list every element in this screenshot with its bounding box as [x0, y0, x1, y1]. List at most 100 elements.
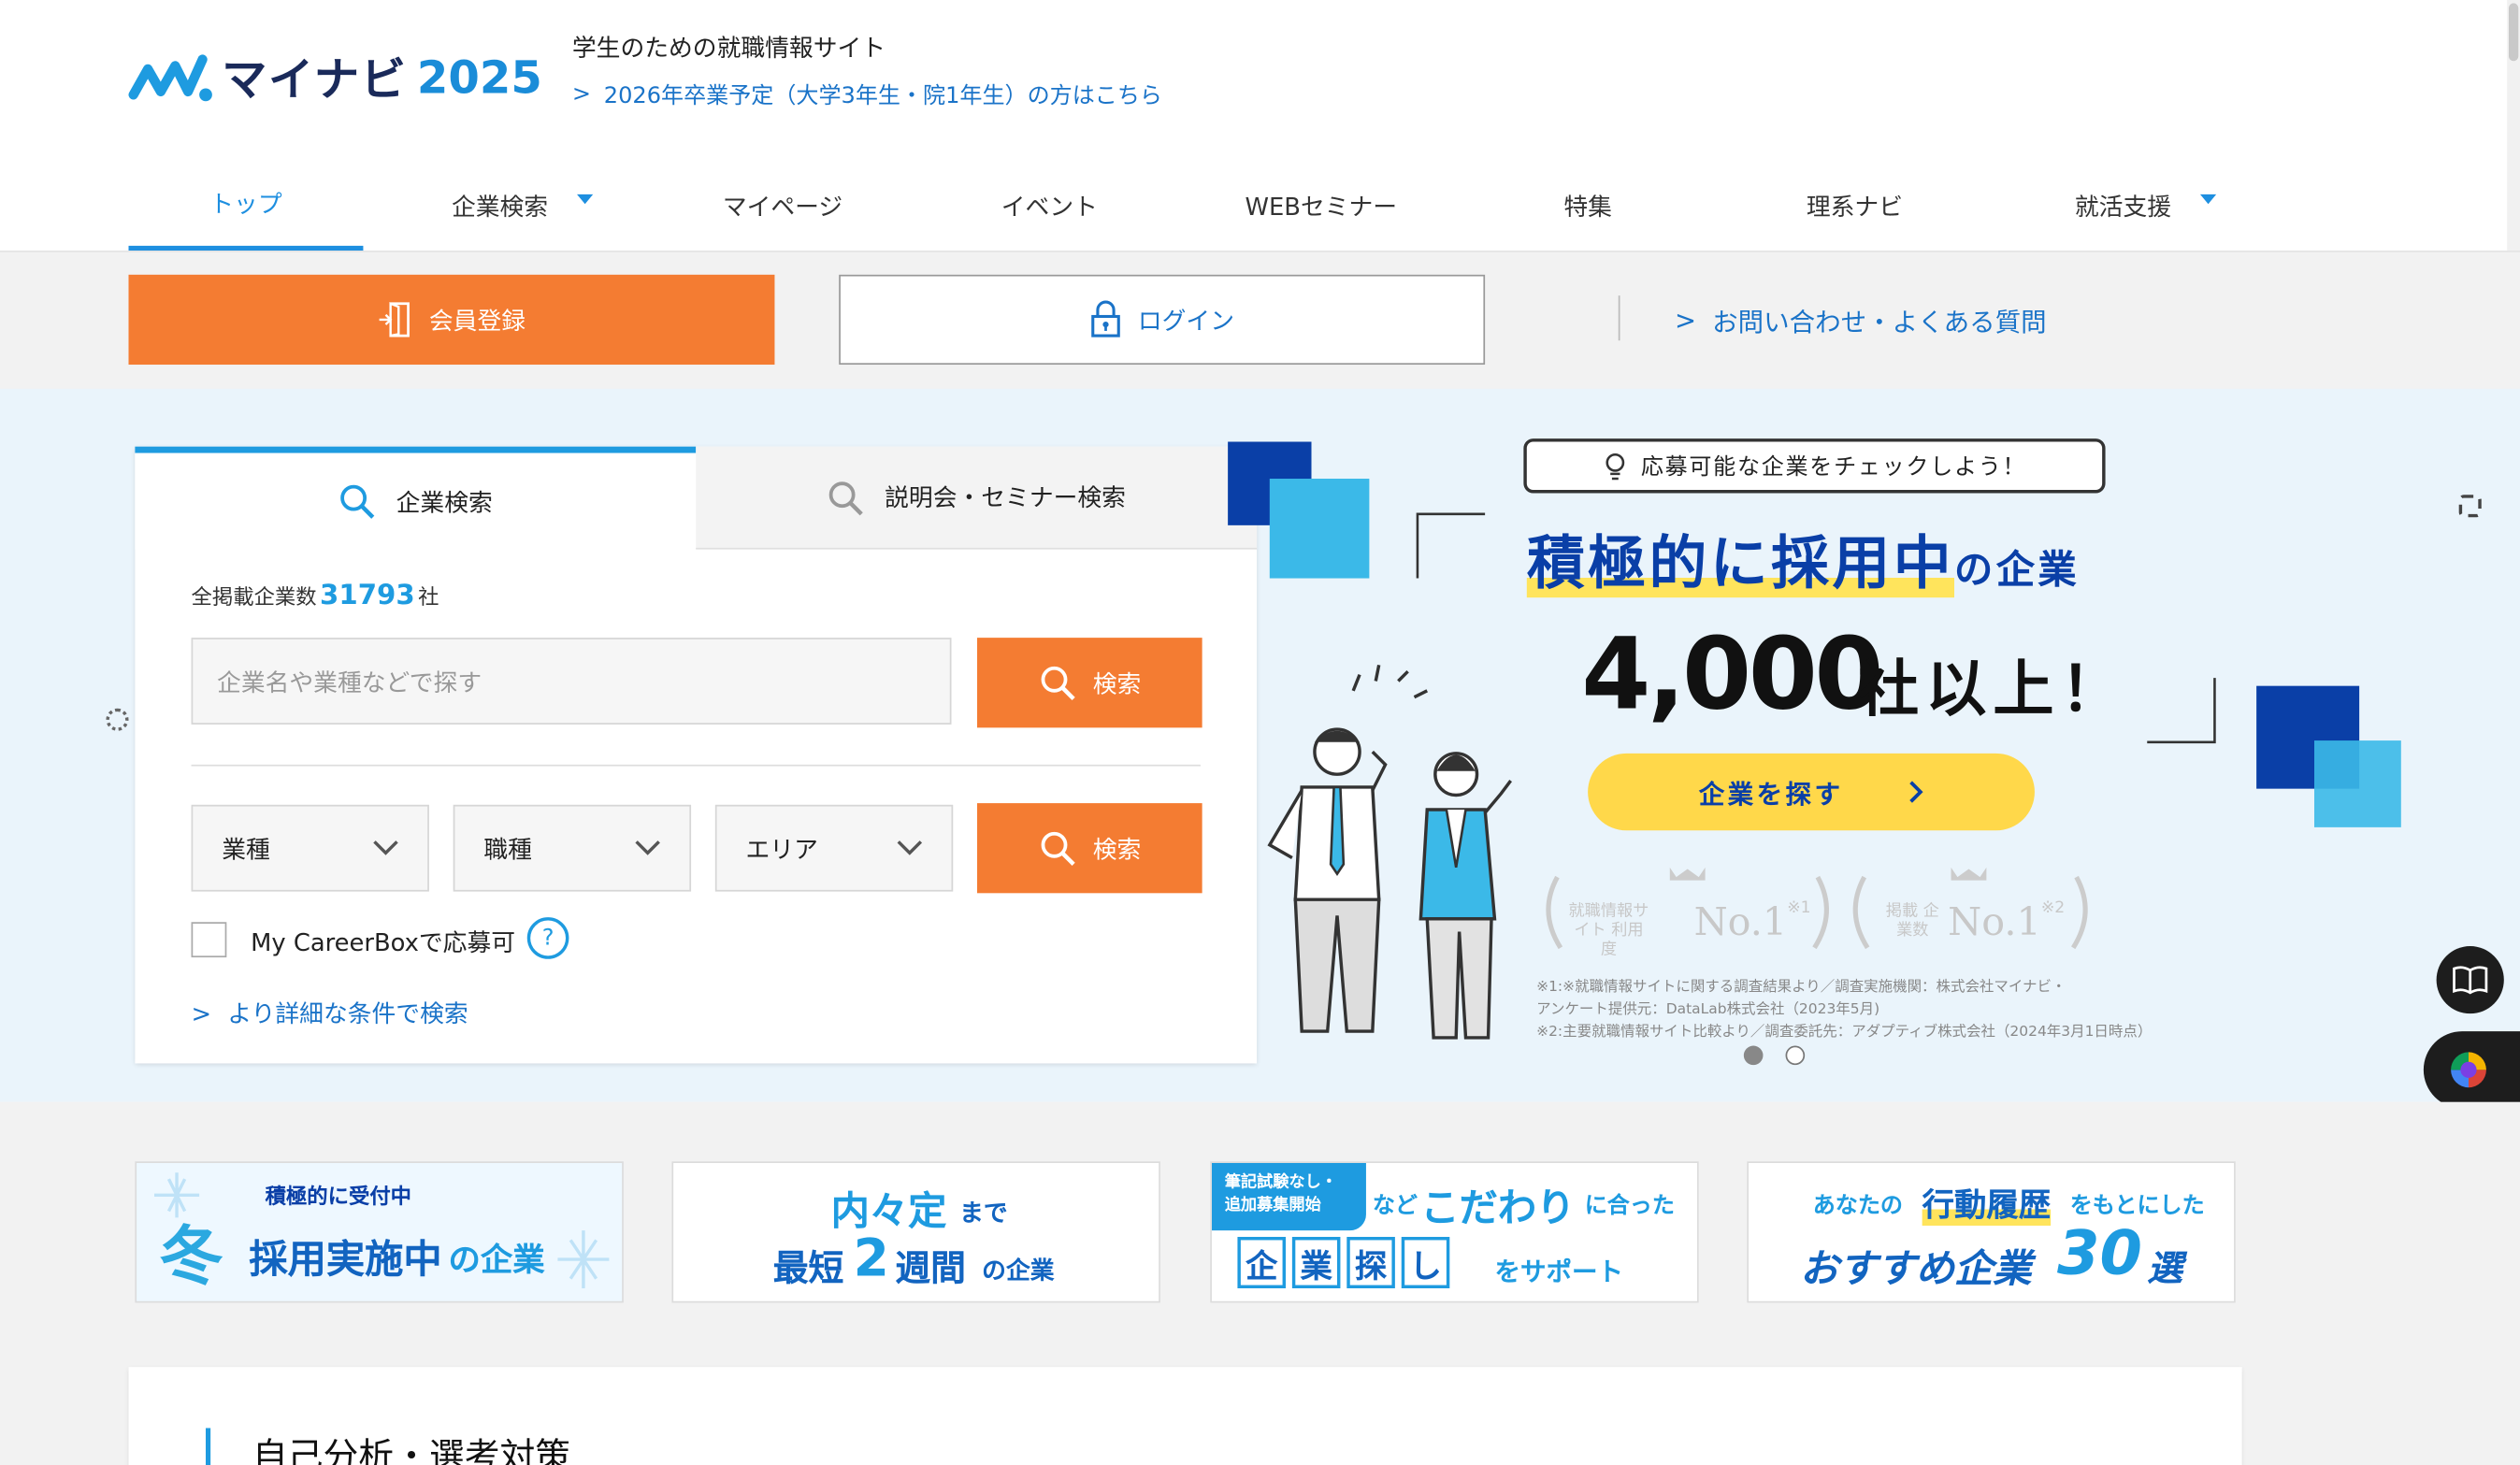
divider — [1618, 295, 1620, 341]
card3-badge-line2: 追加募集開始 — [1224, 1197, 1321, 1214]
nav-web-seminar-label: WEBセミナー — [1245, 192, 1398, 222]
card4-c: をもとにした — [2069, 1193, 2205, 1220]
nav-web-seminar[interactable]: WEBセミナー — [1209, 161, 1434, 251]
help-icon[interactable]: ? — [526, 917, 569, 959]
help-link[interactable]: > お問い合わせ・よくある質問 — [1675, 300, 2047, 338]
footnote-1b: アンケート提供元：DataLab株式会社（2023年5月) — [1536, 1002, 1880, 1019]
register-button[interactable]: 会員登録 — [128, 274, 775, 366]
book-icon — [2453, 966, 2488, 995]
count-value: 31793 — [320, 580, 415, 612]
carousel-prev-icon[interactable] — [106, 708, 129, 731]
mynavi-logo-icon — [128, 54, 212, 102]
next-year-link[interactable]: > 2026年卒業予定（大学3年生・院1年生）の方はこちら — [572, 79, 1162, 110]
nav-feature[interactable]: 特集 — [1478, 161, 1697, 251]
card1-rest: 採用実施中 — [249, 1237, 442, 1283]
tab-company-search[interactable]: 企業検索 — [135, 446, 697, 550]
card3-e: をサポート — [1494, 1256, 1623, 1287]
expand-icon[interactable] — [2458, 495, 2482, 518]
nav-support[interactable]: 就活支援 — [2025, 161, 2267, 251]
nav-rikei-label: 理系ナビ — [1806, 192, 1903, 222]
area-select[interactable]: エリア — [714, 804, 954, 892]
carousel-dot-1[interactable] — [1743, 1045, 1764, 1066]
nav-rikei[interactable]: 理系ナビ — [1746, 161, 1965, 251]
chevron-right-icon: > — [571, 81, 592, 108]
card3-box-1: 企 — [1237, 1237, 1286, 1288]
carousel-dot-2[interactable] — [1785, 1045, 1806, 1066]
award1-rank: No.1 — [1693, 899, 1788, 945]
count-label: 全掲載企業数 — [191, 586, 317, 610]
card2-f: の企業 — [982, 1256, 1055, 1285]
chevron-down-icon — [635, 840, 660, 855]
careerbox-checkbox[interactable] — [191, 922, 227, 958]
detail-search-link[interactable]: > より詳細な条件で検索 — [192, 996, 468, 1029]
door-enter-icon — [379, 301, 410, 338]
chevron-right-icon — [1909, 781, 1923, 803]
tab-seminar-search-label: 説明会・セミナー検索 — [885, 483, 1126, 513]
chevron-right-icon: > — [191, 998, 212, 1027]
site-logo[interactable]: マイナビ 2025 — [128, 45, 542, 109]
count-unit: 社 — [418, 586, 439, 610]
industry-select-label: 業種 — [222, 834, 270, 864]
keyword-input[interactable]: 企業名や業種などで探す — [191, 638, 952, 725]
global-nav: トップ 企業検索 マイページ イベント WEBセミナー 特集 理系ナビ 就活支援 — [128, 161, 2379, 251]
condition-search-button[interactable]: 検索 — [977, 803, 1202, 894]
card2-b: まで — [959, 1198, 1008, 1228]
card2-d: 2 — [853, 1227, 889, 1288]
feature-banner-recommend[interactable]: あなたの 行動履歴 をもとにした おすすめ企業 30 選 — [1747, 1161, 2236, 1303]
card4-e: 30 — [2057, 1217, 2142, 1288]
careerbox-label: My CareerBoxで応募可 — [251, 928, 516, 958]
card2-c: 最短 — [772, 1249, 844, 1290]
feature-banner-fast-offer[interactable]: 内々定 まで 最短 2 週間 の企業 — [671, 1161, 1160, 1303]
lightbulb-icon — [1606, 452, 1625, 481]
card1-main: 冬 — [159, 1220, 223, 1295]
card3-c: に合った — [1584, 1193, 1675, 1220]
tab-seminar-search[interactable]: 説明会・セミナー検索 — [696, 446, 1258, 550]
award1-label: 就職情報サイト 利用度 — [1568, 902, 1649, 959]
company-count: 全掲載企業数 31793 社 — [192, 580, 439, 611]
section-title: 自己分析・選考対策 — [206, 1428, 570, 1465]
feature-banner-search-support[interactable]: 筆記試験なし・ 追加募集開始 など こだわり に合った 企 業 探 し をサポー… — [1210, 1161, 1699, 1303]
award2-rank: No.1 — [1948, 899, 2041, 945]
card4-a: あなたの — [1812, 1193, 1903, 1220]
color-wheel-icon — [2451, 1052, 2486, 1088]
card2-e: 週間 — [895, 1249, 966, 1290]
find-company-button[interactable]: 企業を探す — [1588, 753, 2035, 831]
reader-button[interactable] — [2436, 946, 2504, 1014]
business-people-illustration — [1267, 664, 1512, 1040]
feature-banner-winter[interactable]: 積極的に受付中 冬 採用実施中 の企業 — [135, 1161, 624, 1303]
scrollbar-thumb[interactable] — [2508, 3, 2519, 62]
card3-badge: 筆記試験なし・ 追加募集開始 — [1211, 1162, 1366, 1231]
nav-support-label: 就活支援 — [2074, 192, 2172, 222]
decor-square — [2314, 740, 2401, 827]
job-select[interactable]: 職種 — [453, 804, 692, 892]
nav-mypage[interactable]: マイページ — [675, 161, 890, 251]
nav-top-label: トップ — [209, 189, 282, 219]
chevron-down-icon — [373, 840, 398, 855]
nav-company-search[interactable]: 企業検索 — [402, 161, 643, 251]
award2-label: 掲載 企業数 — [1885, 902, 1939, 941]
industry-select[interactable]: 業種 — [191, 804, 429, 892]
card3-a: など — [1372, 1193, 1418, 1220]
award2-mark: ※2 — [2040, 899, 2066, 918]
nav-top[interactable]: トップ — [128, 161, 364, 251]
login-button[interactable]: ログイン — [839, 274, 1486, 366]
decor-square — [1269, 479, 1370, 579]
site-tagline: 学生のための就職情報サイト — [571, 34, 886, 64]
banner-footnotes: ※1:※就職情報サイトに関する調査結果より／調査実施機関：株式会社マイナビ・ ア… — [1536, 977, 2152, 1044]
nav-event[interactable]: イベント — [942, 161, 1157, 251]
job-select-label: 職種 — [483, 834, 532, 864]
nav-mypage-label: マイページ — [722, 192, 843, 222]
nav-feature-label: 特集 — [1563, 192, 1612, 222]
caret-down-icon — [2199, 194, 2217, 205]
card3-box-4: し — [1401, 1237, 1450, 1288]
assistant-tab[interactable] — [2423, 1031, 2520, 1109]
tab-company-search-label: 企業検索 — [396, 487, 493, 517]
headline-suffix: の企業 — [1954, 547, 2081, 594]
keyword-search-button[interactable]: 検索 — [977, 638, 1202, 728]
card3-badge-line1: 筆記試験なし・ — [1224, 1174, 1337, 1192]
award1-mark: ※1 — [1787, 899, 1811, 918]
next-year-link-label: 2026年卒業予定（大学3年生・院1年生）の方はこちら — [603, 83, 1162, 109]
card4-b: 行動履歴 — [1922, 1179, 2052, 1226]
corner-bracket — [2147, 678, 2216, 744]
headline-highlight: 積極的に採用中 — [1526, 531, 1955, 598]
